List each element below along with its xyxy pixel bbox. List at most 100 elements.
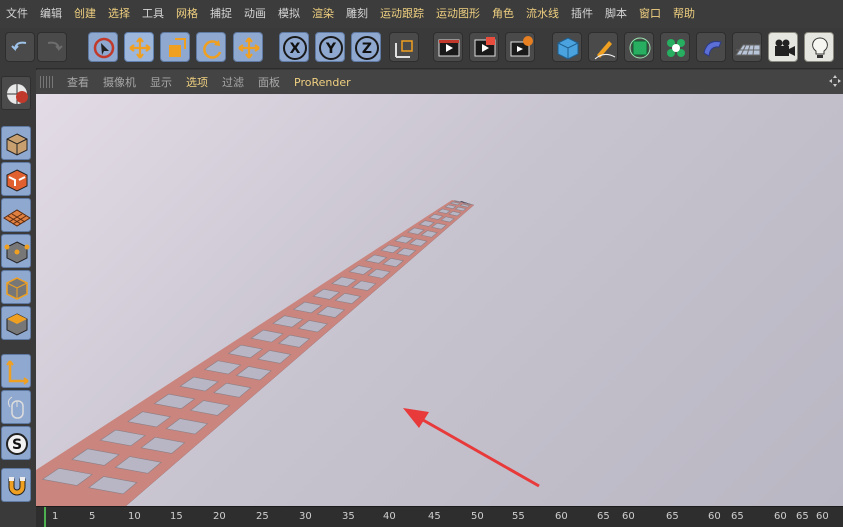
- polygons-mode-icon: [6, 313, 28, 336]
- recent-tool-button[interactable]: [233, 32, 263, 62]
- model-mode-button[interactable]: [1, 126, 31, 160]
- cloner-button[interactable]: [660, 32, 690, 62]
- x-axis-icon: X: [283, 36, 307, 60]
- light-icon: [812, 37, 828, 58]
- model-mode-icon: [6, 133, 28, 156]
- viewport-menu-item-2[interactable]: 显示: [143, 74, 179, 90]
- y-axis-button[interactable]: Y: [315, 32, 345, 62]
- render-settings-button[interactable]: [505, 32, 535, 62]
- playhead-marker[interactable]: [44, 507, 46, 527]
- menu-item-18[interactable]: 帮助: [667, 0, 701, 28]
- snap-icon: S: [6, 433, 28, 455]
- timeline-tick-label: 10: [128, 511, 141, 522]
- rotate-button[interactable]: [196, 32, 226, 62]
- cube-button[interactable]: [552, 32, 582, 62]
- render-picture-viewer-button[interactable]: [469, 32, 499, 62]
- deformer-button[interactable]: [696, 32, 726, 62]
- viewport-menu-item-6[interactable]: ProRender: [287, 76, 358, 89]
- x-axis-button[interactable]: X: [279, 32, 309, 62]
- texture-mode-button[interactable]: [1, 162, 31, 196]
- menu-item-7[interactable]: 动画: [238, 0, 272, 28]
- subdivision-button[interactable]: [624, 32, 654, 62]
- camera-button[interactable]: [768, 32, 798, 62]
- pen-button[interactable]: [588, 32, 618, 62]
- render-picture-viewer-icon: [474, 37, 496, 57]
- viewport-menu-item-1[interactable]: 摄像机: [96, 74, 143, 90]
- viewport-menu-item-0[interactable]: 查看: [60, 74, 96, 90]
- tweak-mode-icon: [7, 396, 24, 419]
- viewport-menu-item-3[interactable]: 选项: [179, 74, 215, 90]
- timeline-tick-label: 60: [774, 511, 787, 522]
- menu-item-1[interactable]: 编辑: [34, 0, 68, 28]
- timeline-tick-label: 50: [471, 511, 484, 522]
- floor-button[interactable]: [732, 32, 762, 62]
- perspective-viewport[interactable]: [36, 94, 843, 506]
- scale-icon: [169, 38, 186, 57]
- timeline-tick-label: 65: [666, 511, 679, 522]
- menu-item-13[interactable]: 角色: [486, 0, 520, 28]
- menu-item-14[interactable]: 流水线: [520, 0, 565, 28]
- menu-item-4[interactable]: 工具: [136, 0, 170, 28]
- svg-text:Z: Z: [362, 41, 372, 57]
- timeline-tick-label: 60: [816, 511, 829, 522]
- menu-item-2[interactable]: 创建: [68, 0, 102, 28]
- menu-item-0[interactable]: 文件: [0, 0, 34, 28]
- cube-icon: [557, 37, 579, 60]
- annotation-arrow: [403, 408, 540, 488]
- render-view-button[interactable]: [433, 32, 463, 62]
- grip-icon[interactable]: [40, 76, 54, 88]
- menu-item-6[interactable]: 捕捉: [204, 0, 238, 28]
- timeline-tick-label: 60: [708, 511, 721, 522]
- workplane-mode-button[interactable]: [1, 198, 31, 232]
- menu-item-3[interactable]: 选择: [102, 0, 136, 28]
- mode-palette: S: [0, 68, 37, 526]
- workplane-mode-icon: [3, 209, 31, 227]
- points-mode-icon: [4, 241, 30, 264]
- z-axis-button[interactable]: Z: [351, 32, 381, 62]
- live-selection-button[interactable]: [88, 32, 118, 62]
- menu-item-12[interactable]: 运动图形: [430, 0, 486, 28]
- menu-item-10[interactable]: 雕刻: [340, 0, 374, 28]
- timeline-tick-label: 60: [622, 511, 635, 522]
- timeline-ruler[interactable]: 1 5 10 15 20 25 30 35 40 45 50 55 60 65 60 65 60 65 60 65 60: [36, 506, 843, 527]
- timeline-tick-label: 20: [213, 511, 226, 522]
- points-mode-button[interactable]: [1, 234, 31, 268]
- menu-item-5[interactable]: 网格: [170, 0, 204, 28]
- svg-text:Y: Y: [325, 41, 337, 57]
- move-icon: [129, 37, 151, 59]
- menu-item-11[interactable]: 运动跟踪: [374, 0, 430, 28]
- scale-button[interactable]: [160, 32, 190, 62]
- rotate-icon: [203, 40, 222, 59]
- viewport-expand-icon[interactable]: [829, 75, 841, 87]
- timeline-tick-label: 15: [170, 511, 183, 522]
- edges-mode-button[interactable]: [1, 270, 31, 304]
- light-button[interactable]: [804, 32, 834, 62]
- polygons-mode-button[interactable]: [1, 306, 31, 340]
- texture-mode-icon: [6, 169, 28, 192]
- viewport-scene: [36, 200, 540, 506]
- redo-button[interactable]: [37, 32, 67, 62]
- axis-mode-button[interactable]: [1, 354, 31, 388]
- magnet-icon: [8, 477, 26, 496]
- viewport-menubar: 查看 摄像机 显示 选项 过滤 面板 ProRender: [36, 70, 843, 94]
- coordinate-system-button[interactable]: [389, 32, 419, 62]
- undo-button[interactable]: [5, 32, 35, 62]
- move-button[interactable]: [124, 32, 154, 62]
- menu-item-17[interactable]: 窗口: [633, 0, 667, 28]
- tweak-mode-button[interactable]: [1, 390, 31, 424]
- menu-item-9[interactable]: 渲染: [306, 0, 340, 28]
- snap-button[interactable]: S: [1, 426, 31, 460]
- timeline-tick-label: 35: [342, 511, 355, 522]
- viewport-menu-item-5[interactable]: 面板: [251, 74, 287, 90]
- pen-icon: [594, 41, 616, 60]
- menu-item-8[interactable]: 模拟: [272, 0, 306, 28]
- make-editable-button[interactable]: [1, 76, 31, 110]
- menu-item-16[interactable]: 脚本: [599, 0, 633, 28]
- viewport-menu-item-4[interactable]: 过滤: [215, 74, 251, 90]
- timeline-tick-label: 65: [796, 511, 809, 522]
- timeline-tick-label: 60: [555, 511, 568, 522]
- axis-mode-icon: [6, 360, 29, 385]
- menu-item-15[interactable]: 插件: [565, 0, 599, 28]
- timeline-tick-label: 45: [428, 511, 441, 522]
- magnet-button[interactable]: [1, 468, 31, 502]
